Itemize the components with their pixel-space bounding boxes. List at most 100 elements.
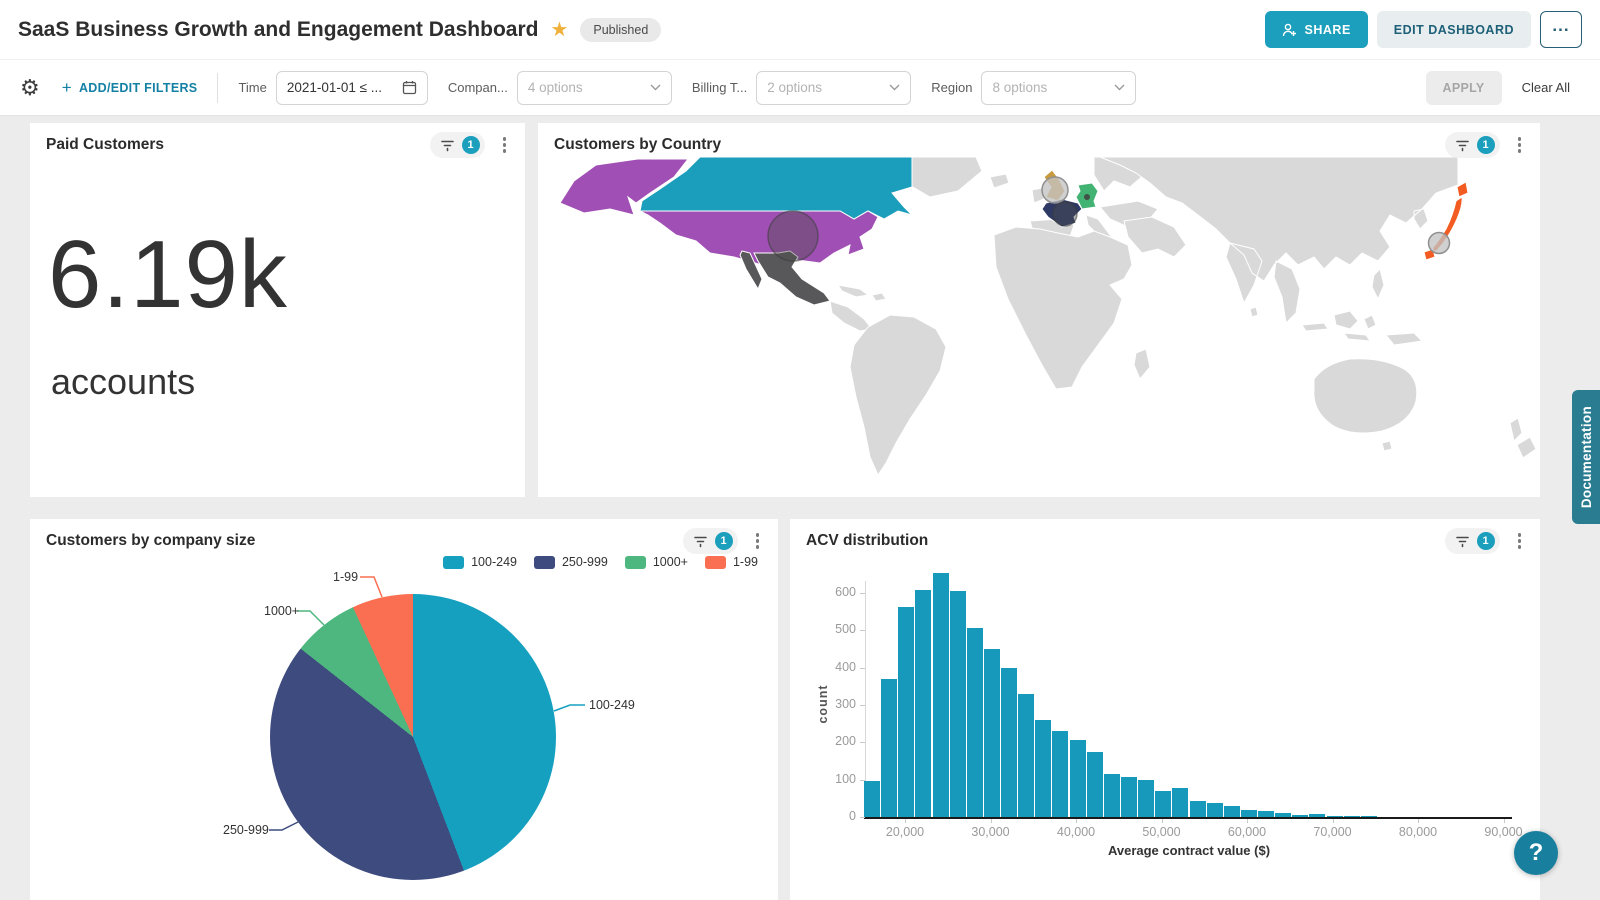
filter-value: 8 options [992,80,1106,95]
add-edit-filters-button[interactable]: + ADD/EDIT FILTERS [62,78,198,98]
plus-icon: + [62,78,72,98]
map-bubble-usa[interactable] [768,211,818,261]
histogram-bar[interactable] [915,590,931,818]
histogram-bar[interactable] [1172,788,1188,817]
filter-count-badge: 1 [715,532,733,550]
histogram-bar[interactable] [1070,740,1086,817]
filter-value: 2 options [767,80,881,95]
kebab-menu-icon[interactable] [500,134,510,156]
filter-count-badge: 1 [1477,532,1495,550]
landmass-africa [994,227,1150,389]
histogram-bar[interactable] [1207,803,1223,818]
landmass-australia [1314,359,1536,458]
clear-all-button[interactable]: Clear All [1522,80,1570,95]
histogram-bar[interactable] [1001,668,1017,817]
histogram-bar[interactable] [1104,774,1120,817]
y-tick-label: 100 [812,772,856,786]
calendar-icon [402,80,417,95]
kebab-menu-icon[interactable] [1515,530,1525,552]
histogram-bar[interactable] [1155,791,1171,817]
indicator-unit: accounts [51,361,195,403]
panel-title: Customers by Country [554,136,721,154]
panel-filter-chip[interactable]: 1 [1445,528,1500,554]
histogram-bar[interactable] [1121,777,1137,817]
world-map[interactable] [538,157,1540,497]
x-tick-mark [991,819,992,823]
filter-label: Compan... [448,80,508,95]
panel-title: Customers by company size [46,532,255,550]
y-tick-mark [860,705,865,706]
more-options-button[interactable]: ... [1540,11,1582,48]
histogram-bar[interactable] [1190,801,1206,817]
filter-dropdown[interactable]: 2 options [756,71,911,105]
histogram-bar[interactable] [950,591,966,817]
y-tick-mark [860,593,865,594]
gear-icon[interactable]: ⚙ [20,77,40,99]
pie-slice-label: 1-99 [333,570,358,584]
map-bubble-japan[interactable] [1429,233,1450,254]
x-axis-title: Average contract value ($) [866,843,1512,858]
kebab-menu-icon[interactable] [753,530,763,552]
histogram-bar[interactable] [1138,780,1154,817]
panel-header: Customers by Country 1 [538,123,1540,167]
filter-group: Time2021-01-01 ≤ ... [238,71,427,105]
divider [217,73,218,103]
panel-filter-chip[interactable]: 1 [683,528,738,554]
map-bubble-uk[interactable] [1042,177,1068,203]
app-header: SaaS Business Growth and Engagement Dash… [0,0,1600,60]
panel-filter-chip[interactable]: 1 [1445,132,1500,158]
histogram-bar[interactable] [984,649,1000,817]
help-button[interactable]: ? [1514,831,1558,875]
histogram-bar[interactable] [881,679,897,817]
y-tick-label: 600 [812,585,856,599]
map-bubble-france[interactable] [1053,202,1077,226]
x-tick-mark [1076,819,1077,823]
histogram-bar[interactable] [898,607,914,817]
filter-group: Billing T... 2 options [692,71,911,105]
x-tick-label: 70,000 [1298,825,1368,839]
y-tick-mark [860,630,865,631]
filter-dropdown[interactable]: 8 options [981,71,1136,105]
x-axis-line [864,817,1512,819]
histogram-bar[interactable] [1087,752,1103,817]
x-tick-mark [1247,819,1248,823]
map-bubble-germany[interactable] [1084,194,1090,200]
histogram-bar[interactable] [1035,720,1051,817]
documentation-tab[interactable]: Documentation [1572,390,1600,524]
histogram-bar[interactable] [864,781,880,817]
filter-label: Region [931,80,972,95]
filter-count-badge: 1 [462,136,480,154]
edit-dashboard-button[interactable]: EDIT DASHBOARD [1377,11,1531,48]
filter-funnel-icon [1455,139,1470,152]
panel-paid-customers: Paid Customers 1 6.19k accounts [30,123,525,497]
histogram-bar[interactable] [1224,806,1240,817]
apply-button[interactable]: APPLY [1426,71,1502,105]
filter-group: Region 8 options [931,71,1136,105]
histogram-bar[interactable] [1018,694,1034,817]
pie-slice-label: 100-249 [589,698,635,712]
share-button[interactable]: SHARE [1265,11,1368,48]
documentation-tab-label: Documentation [1579,406,1594,508]
x-tick-label: 80,000 [1383,825,1453,839]
pie-slice-label: 1000+ [264,604,299,618]
x-tick-label: 20,000 [870,825,940,839]
date-filter-input[interactable]: 2021-01-01 ≤ ... [276,71,428,105]
kebab-menu-icon[interactable] [1515,134,1525,156]
histogram-bar[interactable] [933,573,949,817]
pie-chart[interactable] [270,594,556,880]
histogram-bar[interactable] [967,628,983,817]
y-tick-label: 500 [812,622,856,636]
landmass-south-america [850,315,946,475]
favorite-star-icon[interactable]: ★ [550,17,568,42]
panel-title: Paid Customers [46,136,164,154]
y-tick-label: 200 [812,734,856,748]
filter-funnel-icon [1455,535,1470,548]
chevron-down-icon [650,84,661,91]
panel-filter-chip[interactable]: 1 [430,132,485,158]
filter-label: Billing T... [692,80,747,95]
histogram-bar[interactable] [1241,810,1257,817]
histogram-bar[interactable] [1052,731,1068,817]
filter-dropdown[interactable]: 4 options [517,71,672,105]
y-tick-mark [860,668,865,669]
chevron-down-icon [889,84,900,91]
